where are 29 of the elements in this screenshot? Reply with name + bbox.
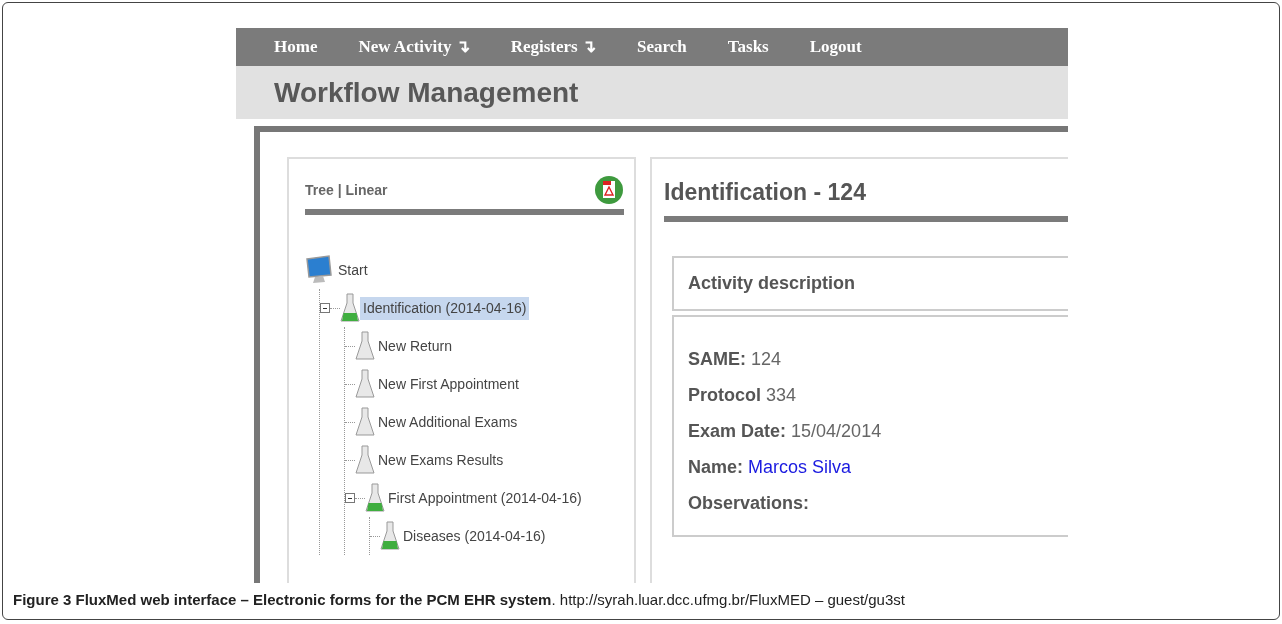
tree-item[interactable]: New Additional Exams (375, 410, 521, 434)
page-title: Workflow Management (274, 75, 579, 110)
nav-link[interactable]: Home (274, 34, 318, 60)
tree-item[interactable]: Identification (2014-04-16) (360, 296, 530, 320)
collapse-toggle[interactable] (345, 493, 355, 503)
field-row-text: Observations: (688, 491, 811, 515)
computer-icon (305, 255, 335, 285)
activity-heading: Identification - 124 (664, 175, 1068, 222)
name-link[interactable]: Marcos Silva (748, 456, 852, 477)
nav-link[interactable]: Search (637, 34, 687, 60)
pdf-icon[interactable] (594, 175, 624, 205)
tree-item[interactable]: Start (335, 258, 371, 282)
field-row-text: Exam Date: 15/04/2014 (688, 419, 883, 443)
tree-item[interactable]: New First Appointment (375, 372, 522, 396)
field-row-text: Protocol 334 (688, 383, 798, 407)
field-row-text: SAME: 124 (688, 347, 783, 371)
nav-link[interactable]: New Activity ↴ (358, 34, 470, 60)
tree-item[interactable]: First Appointment (2014-04-16) (385, 486, 585, 510)
nav-link[interactable]: Logout (809, 34, 862, 60)
tree-item[interactable]: Diseases (2014-04-16) (400, 524, 549, 548)
section-header: Activity description (672, 255, 1068, 311)
nav-link[interactable]: Tasks (727, 34, 769, 60)
figure-caption: Figure 3 FluxMed web interface – Electronic forms for the PCM EHR system. http://syrah.luar.dcc.ufmg.br/FluxMED – guest/gu3st (13, 589, 905, 610)
tree-item[interactable]: New Return (375, 334, 455, 358)
tree-item[interactable]: New Exams Results (375, 448, 507, 472)
collapse-toggle[interactable] (320, 303, 330, 313)
field-row-text: Name: Marcos Silva (688, 455, 853, 479)
view-toggle[interactable]: Tree | Linear (305, 179, 388, 201)
nav-link[interactable]: Registers ↴ (510, 34, 596, 60)
